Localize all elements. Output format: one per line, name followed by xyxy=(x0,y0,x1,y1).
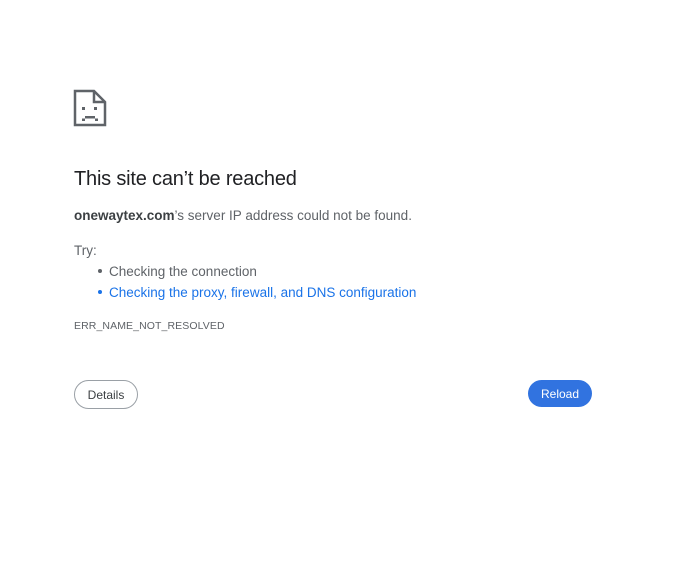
error-code: ERR_NAME_NOT_RESOLVED xyxy=(74,320,225,332)
suggestion-check-proxy-link[interactable]: Checking the proxy, firewall, and DNS co… xyxy=(74,283,416,304)
error-summary: onewaytex.com’s server IP address could … xyxy=(74,208,412,223)
suggestion-label: Checking the connection xyxy=(109,264,257,279)
suggestion-link-label[interactable]: Checking the proxy, firewall, and DNS co… xyxy=(109,285,416,300)
summary-message: ’s server IP address could not be found. xyxy=(174,208,412,223)
suggestion-check-connection: Checking the connection xyxy=(74,262,416,283)
details-button[interactable]: Details xyxy=(74,380,138,409)
suggestion-list: Checking the connection Checking the pro… xyxy=(74,262,416,304)
reload-button[interactable]: Reload xyxy=(528,380,592,407)
sad-page-icon xyxy=(73,89,107,127)
host-name: onewaytex.com xyxy=(74,208,175,223)
error-page: This site can’t be reached onewaytex.com… xyxy=(0,0,680,580)
try-label: Try: xyxy=(74,243,97,258)
bullet-icon xyxy=(98,290,102,294)
page-title: This site can’t be reached xyxy=(74,168,297,190)
bullet-icon xyxy=(98,269,102,273)
